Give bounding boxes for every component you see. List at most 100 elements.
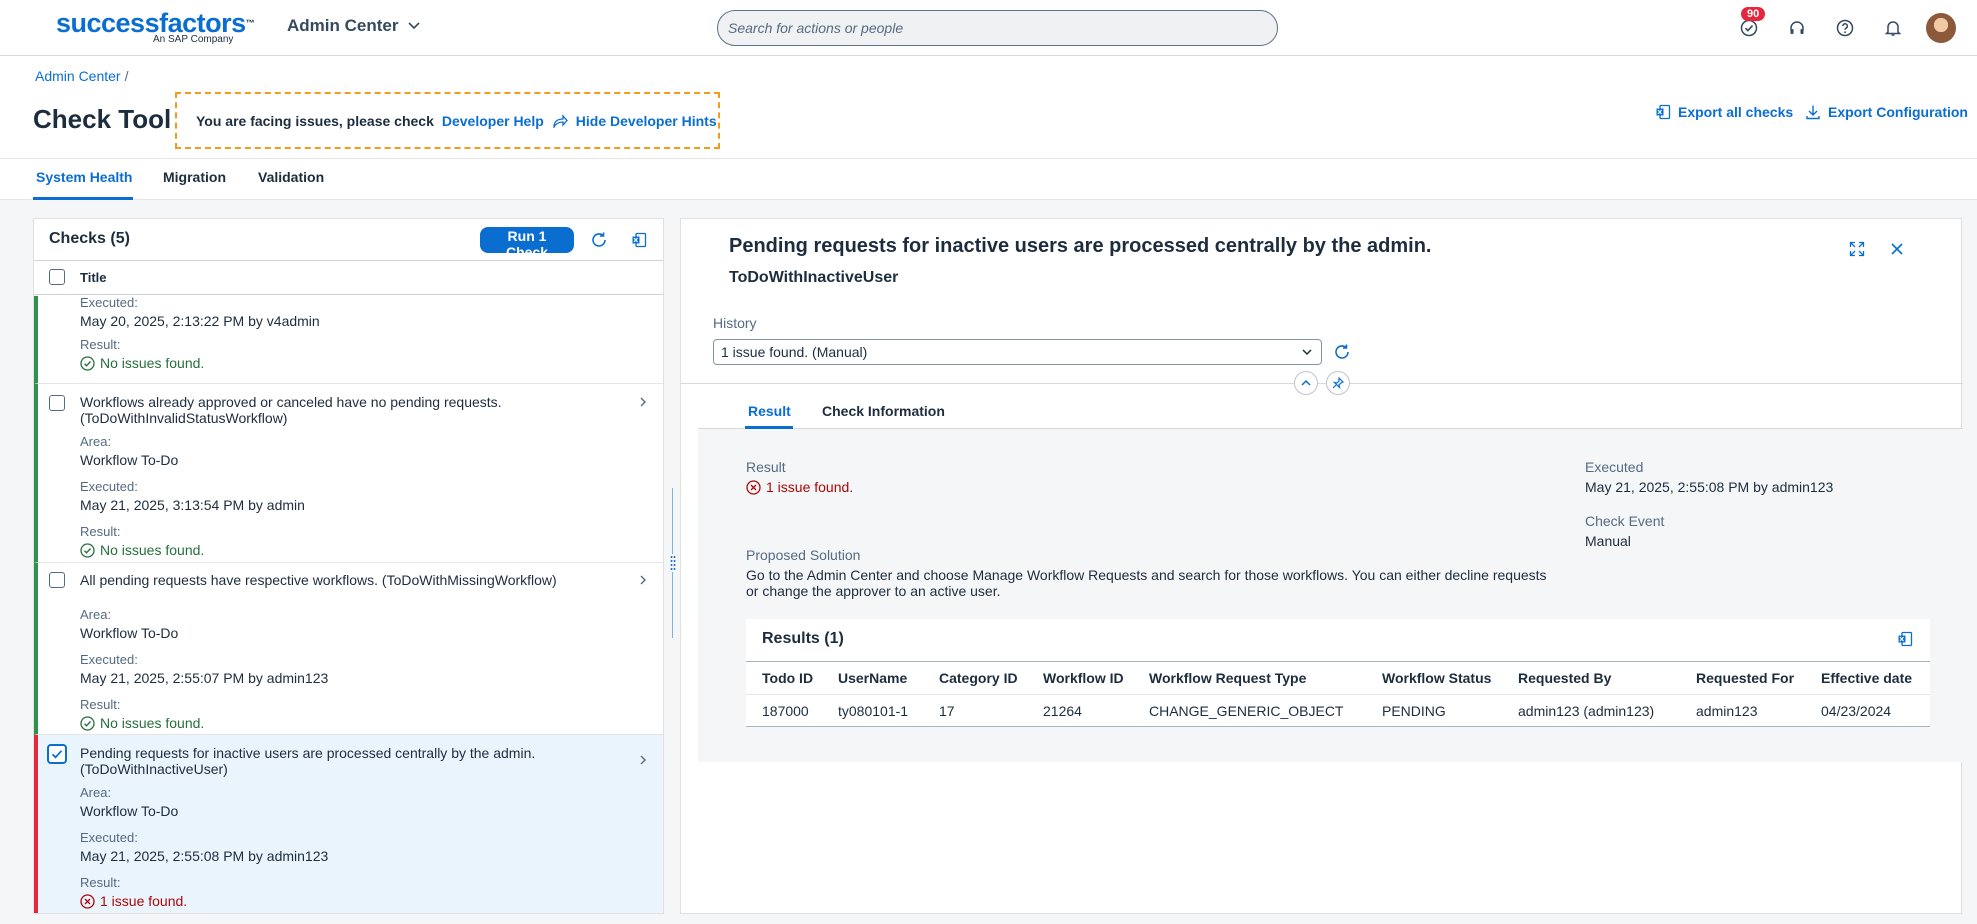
check-event-label: Check Event	[1585, 513, 1665, 529]
detail-subtitle: ToDoWithInactiveUser	[729, 269, 899, 286]
breadcrumb: Admin Center /	[35, 68, 128, 84]
export-excel-icon[interactable]	[1892, 626, 1918, 652]
result-label: Result:	[80, 875, 121, 890]
result-value: 1 issue found.	[100, 893, 188, 909]
result-error: 1 issue found.	[80, 893, 187, 909]
shell-bar: successfactors™ An SAP Company Admin Cen…	[0, 0, 1977, 56]
drag-handle-icon[interactable]	[668, 554, 678, 572]
row-checkbox[interactable]	[49, 572, 65, 588]
fullscreen-icon[interactable]	[1844, 236, 1870, 262]
checks-list-panel: Checks (5) Run 1 Check Title Executed: M…	[33, 218, 664, 914]
area-value: Workflow To-Do	[80, 625, 179, 641]
breadcrumb-separator: /	[124, 68, 129, 84]
result-label: Result:	[80, 697, 121, 712]
detail-title: Pending requests for inactive users are …	[729, 235, 1432, 257]
executed-label: Executed:	[80, 479, 138, 494]
area-value: Workflow To-Do	[80, 803, 179, 819]
column-header: UserName	[822, 661, 923, 695]
cell-workflow-request-type: CHANGE_GENERIC_OBJECT	[1133, 694, 1366, 727]
logo-trademark: ™	[245, 18, 255, 28]
success-check-icon	[80, 355, 95, 371]
tab-system-health[interactable]: System Health	[36, 169, 132, 185]
hide-developer-hints-link[interactable]: Hide Developer Hints	[576, 113, 717, 129]
executed-value: May 21, 2025, 3:13:54 PM by admin	[80, 497, 305, 513]
app-title: Admin Center	[287, 16, 399, 35]
result-value: No issues found.	[100, 715, 205, 731]
proposed-solution-label: Proposed Solution	[746, 547, 861, 563]
refresh-icon[interactable]	[586, 227, 612, 253]
area-label: Area:	[80, 785, 112, 800]
proposed-solution-line2: or change the approver to an active user…	[746, 583, 1001, 599]
history-selected-value: 1 issue found. (Manual)	[721, 344, 868, 360]
cell-requested-for: admin123	[1680, 694, 1805, 727]
export-excel-icon[interactable]	[626, 227, 652, 253]
result-success: No issues found.	[80, 542, 204, 558]
close-icon[interactable]	[1884, 236, 1910, 262]
tab-migration[interactable]: Migration	[163, 169, 226, 185]
developer-help-link[interactable]: Developer Help	[442, 113, 544, 129]
tab-validation[interactable]: Validation	[258, 169, 324, 185]
executed-label: Executed	[1585, 459, 1644, 475]
app-title-menu[interactable]: Admin Center	[287, 16, 421, 36]
cell-category-id: 17	[923, 694, 1027, 727]
column-header: Workflow ID	[1027, 661, 1133, 695]
export-all-checks-button[interactable]: Export all checks	[1655, 104, 1793, 120]
history-label: History	[713, 315, 757, 331]
tab-check-information[interactable]: Check Information	[822, 403, 945, 419]
search-input[interactable]	[726, 19, 1277, 37]
history-select[interactable]: 1 issue found. (Manual)	[713, 339, 1322, 365]
page-title: Check Tool	[33, 104, 172, 134]
help-icon[interactable]	[1831, 14, 1859, 42]
user-avatar[interactable]	[1926, 13, 1956, 43]
panel-splitter[interactable]	[668, 488, 678, 638]
bell-notification-icon[interactable]	[1879, 14, 1907, 42]
column-header: Category ID	[923, 661, 1027, 695]
list-item-selected[interactable]: Pending requests for inactive users are …	[34, 735, 663, 913]
chevron-right-icon[interactable]	[635, 572, 651, 588]
column-header: Effective date	[1805, 661, 1930, 695]
headset-support-icon[interactable]	[1783, 14, 1811, 42]
refresh-icon[interactable]	[1329, 339, 1355, 365]
result-tab-content: Result 1 issue found. Executed May 21, 2…	[698, 429, 1963, 762]
checkmark-icon	[51, 750, 63, 759]
select-all-checkbox[interactable]	[49, 269, 65, 285]
check-title: Workflows already approved or canceled h…	[80, 394, 620, 426]
table-header-row: Todo ID UserName Category ID Workflow ID…	[746, 661, 1930, 695]
check-title-line1: Workflows already approved or canceled h…	[80, 394, 502, 410]
result-error: 1 issue found.	[746, 479, 853, 495]
list-item[interactable]: Workflows already approved or canceled h…	[34, 384, 663, 563]
run-check-button[interactable]: Run 1 Check	[480, 227, 574, 260]
column-title-header: Title	[80, 270, 107, 285]
successfactors-logo[interactable]: successfactors™ An SAP Company	[56, 10, 255, 48]
cell-requested-by: admin123 (admin123)	[1502, 694, 1680, 727]
column-header: Requested By	[1502, 661, 1680, 695]
column-header: Requested For	[1680, 661, 1805, 695]
executed-value: May 21, 2025, 2:55:08 PM by admin123	[80, 848, 329, 864]
chevron-right-icon[interactable]	[635, 394, 651, 410]
area-value: Workflow To-Do	[80, 452, 179, 468]
check-detail-panel: Pending requests for inactive users are …	[680, 218, 1963, 914]
executed-label: Executed:	[80, 830, 138, 845]
success-check-icon	[80, 715, 95, 731]
executed-label: Executed:	[80, 652, 138, 667]
chevron-right-icon[interactable]	[635, 752, 651, 768]
area-label: Area:	[80, 434, 112, 449]
tab-bar: System Health Migration Validation	[0, 158, 1977, 200]
page-header: Admin Center / Check Tool You are facing …	[0, 56, 1977, 158]
breadcrumb-admin-center-link[interactable]: Admin Center	[35, 68, 121, 84]
executed-label: Executed:	[80, 295, 138, 310]
list-item[interactable]: Executed: May 20, 2025, 2:13:22 PM by v4…	[34, 295, 663, 384]
error-x-icon	[746, 479, 761, 495]
export-configuration-button[interactable]: Export Configuration	[1805, 104, 1968, 120]
tab-result[interactable]: Result	[748, 403, 791, 419]
check-title-line1: Pending requests for inactive users are …	[80, 745, 536, 761]
row-checkbox[interactable]	[49, 395, 65, 411]
notification-count-badge: 90	[1741, 7, 1766, 21]
list-item[interactable]: All pending requests have respective wor…	[34, 563, 663, 735]
row-checkbox-checked[interactable]	[47, 744, 67, 764]
result-value: No issues found.	[100, 355, 205, 371]
search-field[interactable]	[717, 10, 1278, 46]
check-title: All pending requests have respective wor…	[80, 572, 620, 588]
table-row[interactable]: 187000 ty080101-1 17 21264 CHANGE_GENERI…	[746, 694, 1930, 727]
error-x-icon	[80, 893, 95, 909]
